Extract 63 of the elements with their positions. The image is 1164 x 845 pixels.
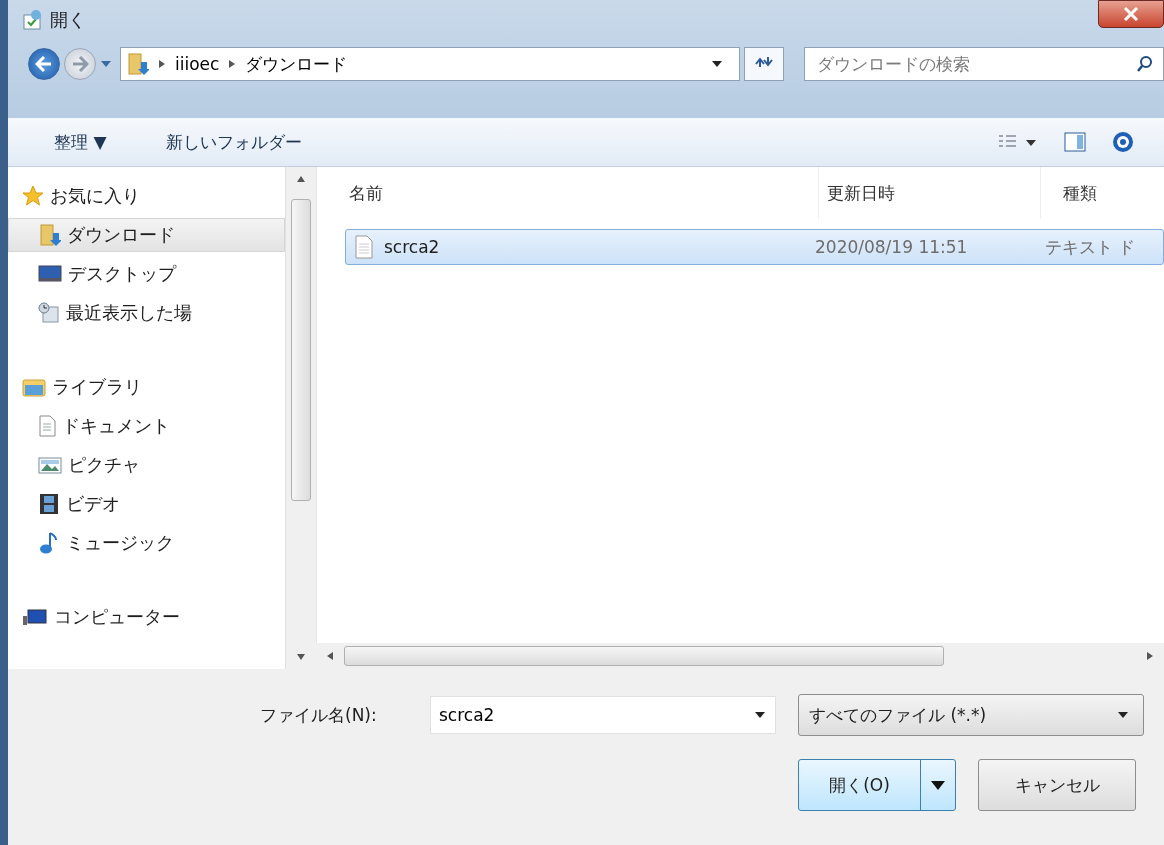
- back-button[interactable]: [28, 48, 60, 80]
- scrollbar-thumb[interactable]: [344, 646, 944, 666]
- organize-menu[interactable]: 整理 ▼: [48, 126, 113, 158]
- star-icon: [22, 185, 44, 207]
- breadcrumb-arrow-icon[interactable]: [157, 59, 167, 69]
- sidebar-item[interactable]: ピクチャ: [8, 448, 286, 482]
- history-caret-icon: [100, 59, 112, 69]
- back-arrow-icon: [35, 56, 53, 72]
- search-field[interactable]: ダウンロードの検索: [804, 47, 1164, 81]
- refresh-button[interactable]: [744, 47, 784, 81]
- file-name-field[interactable]: scrca2: [430, 696, 776, 734]
- monitor-icon: [38, 264, 62, 284]
- forward-arrow-icon: [71, 56, 89, 72]
- new-folder-button[interactable]: 新しいフォルダー: [160, 126, 309, 158]
- preview-pane-icon: [1064, 132, 1086, 152]
- folder-download-icon: [127, 52, 149, 76]
- scroll-down-icon[interactable]: [296, 652, 307, 662]
- column-header[interactable]: 名前: [317, 167, 819, 219]
- scroll-left-icon[interactable]: [325, 651, 335, 661]
- sidebar-item[interactable]: ビデオ: [8, 487, 286, 521]
- breadcrumb[interactable]: iiioec: [175, 54, 220, 74]
- sidebar-item[interactable]: ドキュメント: [8, 409, 286, 443]
- column-header[interactable]: 種類: [1041, 167, 1164, 219]
- document-icon: [38, 415, 56, 437]
- sidebar-item[interactable]: ミュージック: [8, 526, 286, 560]
- sidebar-item[interactable]: ダウンロード: [8, 218, 286, 252]
- open-dialog-icon: [22, 9, 44, 31]
- dropdown-caret-icon: [711, 59, 723, 69]
- text-file-icon: [354, 235, 374, 259]
- address-bar[interactable]: iiioec ダウンロード: [120, 47, 740, 81]
- column-header[interactable]: 更新日時: [819, 167, 1041, 219]
- dropdown-caret-icon: [1117, 710, 1129, 720]
- film-strip-icon: [38, 493, 60, 515]
- open-button[interactable]: 開く(O): [798, 759, 956, 811]
- file-row[interactable]: scrca2 2020/08/19 11:51 テキスト ド: [345, 229, 1164, 265]
- file-name: scrca2: [384, 237, 440, 257]
- close-button[interactable]: [1098, 0, 1164, 28]
- cancel-button[interactable]: キャンセル: [978, 759, 1136, 811]
- scroll-right-icon[interactable]: [1145, 651, 1155, 661]
- file-type-dropdown[interactable]: すべてのファイル (*.*): [798, 694, 1144, 736]
- computer-icon: [22, 607, 48, 627]
- refresh-arrows-icon: [754, 55, 774, 69]
- music-note-icon: [38, 531, 60, 555]
- scroll-up-icon[interactable]: [296, 174, 307, 184]
- close-icon: [1123, 6, 1139, 21]
- dropdown-caret-icon: [930, 779, 946, 791]
- file-type: テキスト ド: [1045, 235, 1136, 259]
- picture-icon: [38, 455, 62, 475]
- sidebar-group[interactable]: お気に入り: [8, 179, 286, 213]
- file-name-label: ファイル名(N):: [260, 703, 378, 727]
- sidebar-item[interactable]: デスクトップ: [8, 257, 286, 291]
- dropdown-caret-icon: [754, 710, 766, 720]
- sidebar-item[interactable]: 最近表示した場: [8, 296, 286, 330]
- library-folder-icon: [22, 377, 46, 397]
- breadcrumb[interactable]: ダウンロード: [245, 52, 348, 76]
- sidebar-group[interactable]: コンピューター: [8, 600, 286, 634]
- sidebar-group[interactable]: ライブラリ: [8, 370, 286, 404]
- scrollbar-thumb[interactable]: [291, 199, 312, 501]
- search-icon: [1136, 55, 1154, 73]
- window-title: 開く: [50, 8, 86, 32]
- folder-download-icon: [39, 223, 61, 247]
- recent-places-icon: [38, 302, 60, 324]
- modified-date: 2020/08/19 11:51: [815, 237, 969, 257]
